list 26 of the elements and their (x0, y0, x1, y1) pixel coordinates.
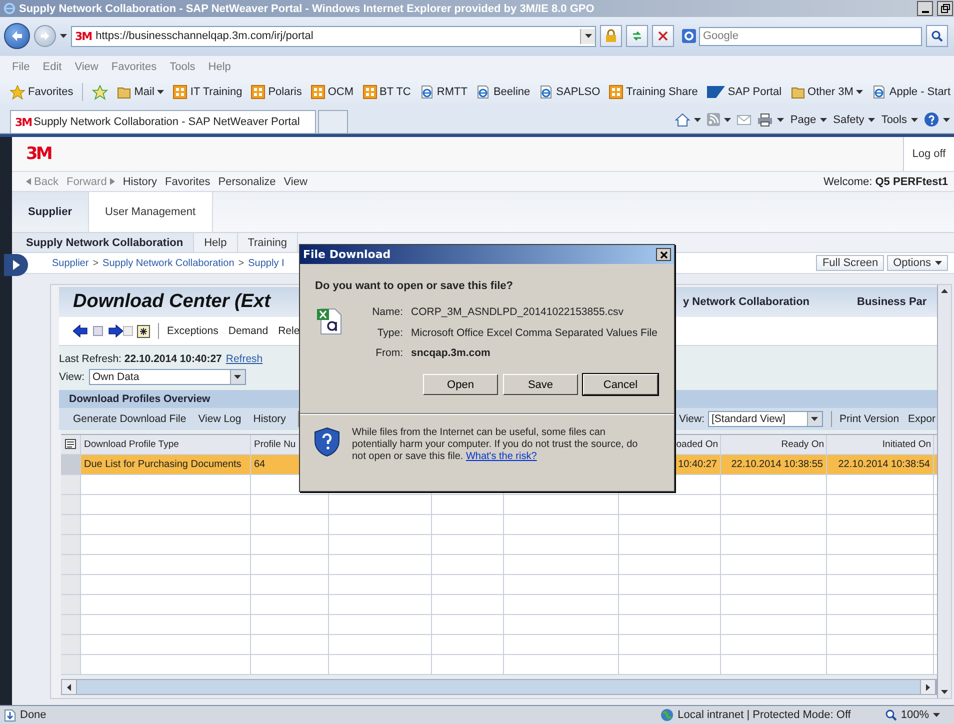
breadcrumb-separator: > (92, 258, 99, 268)
window-title: Supply Network Collaboration - SAP NetWeaver Portal - Windows Internet Explorer provided by 3M/IE 8.0 GPO (19, 2, 596, 14)
dialog-question: Do you want to open or save this file? (314, 279, 514, 294)
field-label: From: (374, 347, 403, 362)
field-value: CORP_3M_ASNDLPD_20141022153855.csv (411, 306, 624, 320)
field-value: sncqap.3m.com (411, 347, 492, 362)
site-logo: 3M (75, 30, 92, 42)
field-label: Name: (371, 306, 403, 320)
field-label: Type: (376, 326, 403, 341)
table-cell: 22.10.2014 10:38:54 (827, 455, 934, 474)
dialog-title: File Download (303, 248, 392, 261)
security-zone-text: Local intranet | Protected Mode: Off (678, 709, 851, 721)
address-text: https://businesschannelqap.3m.com/irj/portal (96, 30, 314, 42)
table-cell: 22.10.2014 10:38:55 (721, 455, 827, 474)
header-text: y Network Collaboration (683, 296, 810, 308)
table-cell: Due List for Purchasing Documents (81, 455, 251, 474)
breadcrumb-separator: > (238, 258, 244, 268)
company-logo: 3M (26, 144, 51, 164)
field-value: Microsoft Office Excel Comma Separated Values File (411, 326, 658, 341)
view-label: View: (59, 371, 84, 383)
status-text: Done (20, 709, 46, 721)
page-title: Download Center (Ext (73, 291, 270, 312)
welcome-text: Welcome: Q5 PERFtest1 (823, 176, 949, 188)
view-label: View: (679, 413, 704, 425)
header-text: Business Par (857, 296, 927, 308)
last-refresh-text: Last Refresh: 22.10.2014 10:40:27 (59, 353, 222, 365)
